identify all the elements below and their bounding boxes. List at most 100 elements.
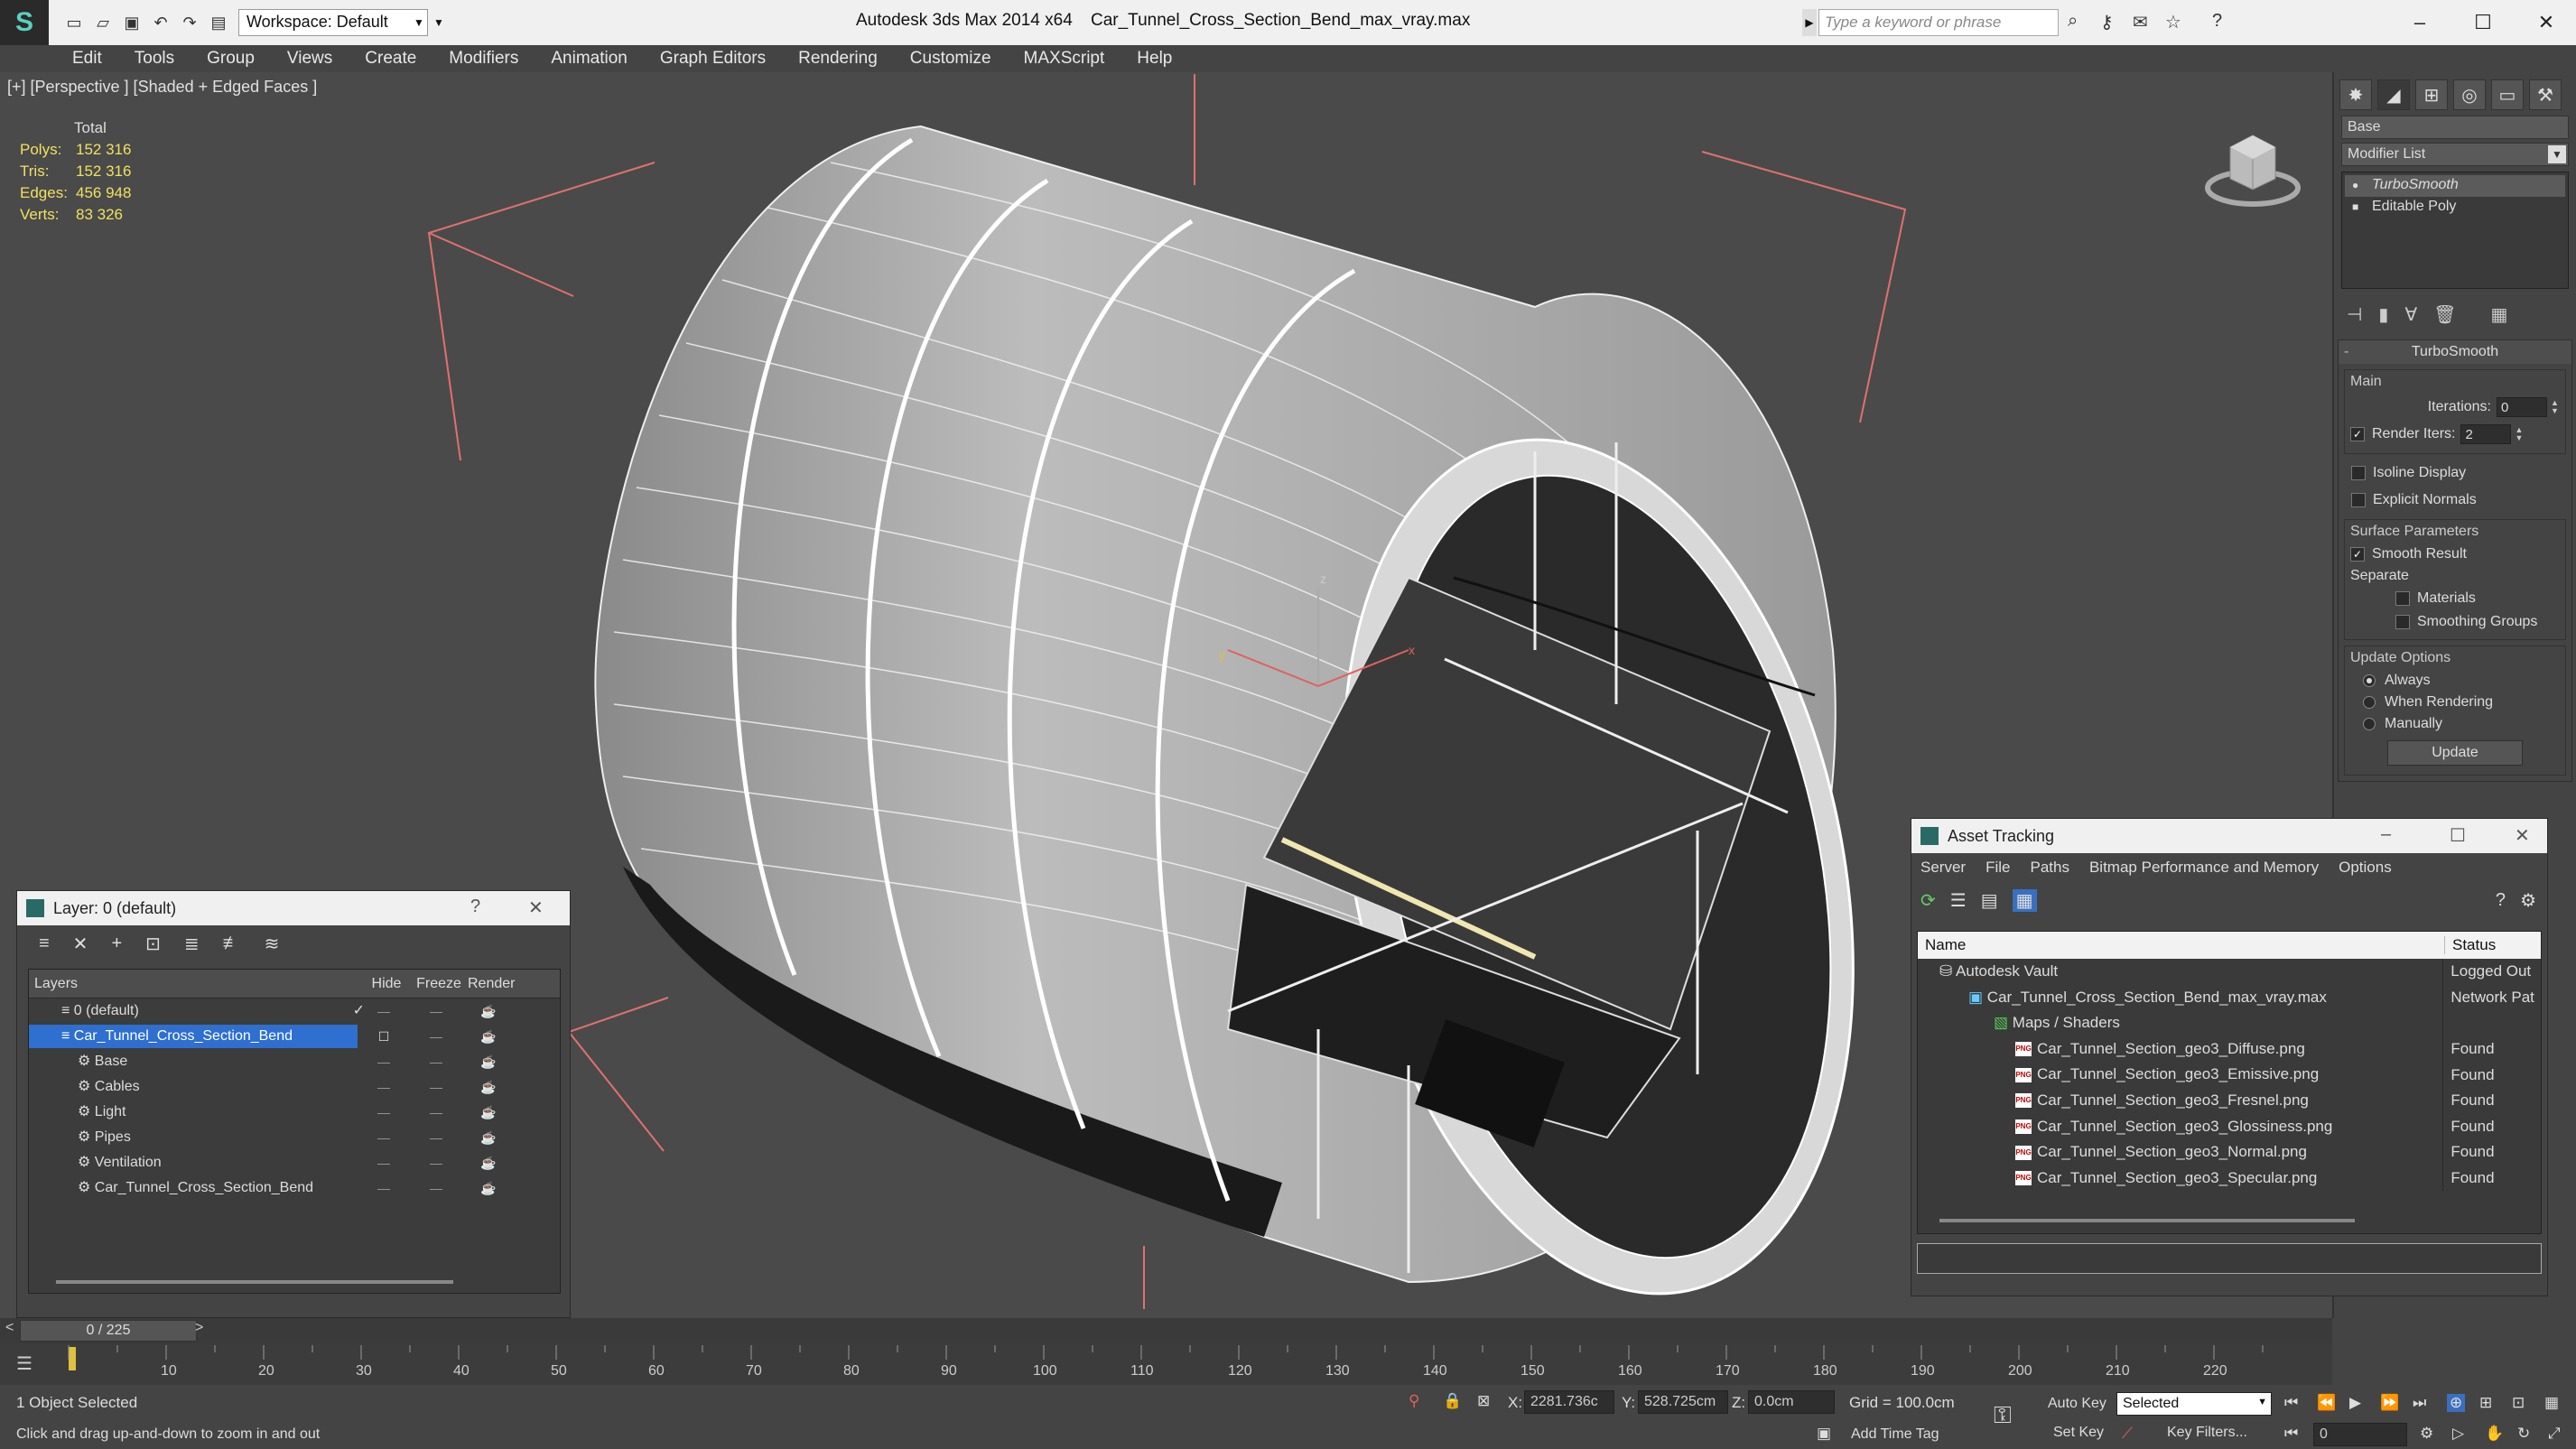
render-teapot-icon[interactable]: ☕ (462, 1181, 515, 1196)
horizontal-scrollbar[interactable] (1939, 1219, 2355, 1222)
slider-prev-icon[interactable]: < (5, 1320, 14, 1336)
stack-item-turbosmooth[interactable]: ● TurboSmooth (2345, 175, 2565, 197)
layer-row[interactable]: ≡ 0 (default) ✓ — — ☕ (29, 999, 560, 1024)
render-teapot-icon[interactable]: ☕ (462, 1054, 515, 1070)
menu-maxscript[interactable]: MAXScript (1024, 49, 1105, 69)
maximize-button[interactable]: ☐ (2456, 5, 2510, 40)
layer-dialog-titlebar[interactable]: Layer: 0 (default) ? ✕ (17, 891, 570, 925)
horizontal-scrollbar[interactable] (56, 1280, 453, 1284)
previous-frame-icon[interactable]: ⏪ (2317, 1394, 2336, 1412)
freeze-all-icon[interactable]: ≋ (265, 933, 280, 955)
column-render[interactable]: Render (462, 976, 515, 992)
asset-dialog-titlebar[interactable]: Asset Tracking – ☐ ✕ (1911, 819, 2547, 853)
iterations-spinner[interactable]: 0 (2497, 397, 2547, 417)
column-hide[interactable]: Hide (358, 976, 410, 992)
hide-all-icon[interactable]: ≢ (223, 933, 241, 954)
create-tab-icon[interactable]: ✸ (2339, 79, 2372, 110)
maximize-viewport-icon[interactable]: ⤢ (2548, 1425, 2561, 1443)
slider-next-icon[interactable]: > (195, 1320, 203, 1336)
redo-icon[interactable]: ↷ (179, 12, 200, 33)
highlight-layer-icon[interactable]: ≣ (184, 933, 200, 955)
expand-icon[interactable]: ■ (2352, 200, 2358, 213)
help-icon[interactable]: ? (2212, 11, 2222, 32)
menu-graph-editors[interactable]: Graph Editors (660, 49, 766, 69)
modifier-list-dropdown[interactable]: Modifier List ▼ (2341, 143, 2569, 166)
utilities-tab-icon[interactable]: ⚒ (2529, 79, 2562, 110)
render-teapot-icon[interactable]: ☕ (462, 1130, 515, 1146)
key-mode-icon[interactable]: ⟋ (2122, 1425, 2133, 1443)
help-button[interactable]: ? (470, 896, 480, 917)
maximize-icon[interactable]: ☐ (2450, 824, 2466, 847)
asset-path-field[interactable] (1917, 1243, 2542, 1274)
asset-row[interactable]: PNG Car_Tunnel_Section_geo3_Emissive.png F… (1918, 1062, 2541, 1088)
search-input[interactable]: Type a keyword or phrase (1818, 9, 2059, 36)
always-radio[interactable] (2363, 674, 2376, 687)
asset-row[interactable]: PNG Car_Tunnel_Section_geo3_Specular.png F… (1918, 1165, 2541, 1192)
update-button[interactable]: Update (2387, 740, 2523, 766)
select-objects-icon[interactable]: ⊡ (145, 933, 161, 955)
viewcube-icon[interactable] (2203, 116, 2302, 215)
isoline-display-checkbox[interactable] (2351, 466, 2366, 480)
new-file-icon[interactable]: ▭ (63, 12, 85, 33)
settings-icon[interactable]: ⚙ (2520, 889, 2536, 912)
object-name-field[interactable]: Base (2341, 116, 2569, 139)
menu-paths[interactable]: Paths (2030, 859, 2069, 877)
render-teapot-icon[interactable]: ☕ (462, 1004, 515, 1019)
hide-toggle[interactable]: — (358, 1054, 410, 1069)
app-logo-icon[interactable]: S (0, 0, 49, 45)
add-to-layer-icon[interactable]: + (111, 933, 122, 954)
hide-toggle[interactable]: — (358, 1080, 410, 1094)
refresh-icon[interactable]: ⟳ (1920, 889, 1936, 912)
orbit-icon[interactable]: ↻ (2517, 1425, 2530, 1443)
explicit-normals-checkbox[interactable] (2351, 493, 2366, 507)
layer-row[interactable]: ≡ Car_Tunnel_Cross_Section_Bend ☐ — ☕ (29, 1024, 560, 1049)
materials-checkbox[interactable] (2395, 591, 2410, 606)
render-teapot-icon[interactable]: ☕ (462, 1080, 515, 1095)
spinner-arrows-icon[interactable]: ▲ ▼ (2551, 399, 2560, 415)
menu-views[interactable]: Views (287, 49, 332, 69)
undo-icon[interactable]: ↶ (150, 12, 172, 33)
y-coordinate-field[interactable]: 528.725cm (1638, 1390, 1728, 1414)
remove-modifier-icon[interactable]: 🗑 (2433, 303, 2456, 326)
hide-toggle[interactable]: — (358, 1105, 410, 1119)
close-icon[interactable]: ✕ (2515, 824, 2530, 847)
set-key-icon[interactable]: ⚿ (1994, 1401, 2012, 1430)
asset-row[interactable]: PNG Car_Tunnel_Section_geo3_Fresnel.png Fo… (1918, 1087, 2541, 1114)
grid-view-icon[interactable]: ▦ (2012, 888, 2037, 912)
asset-row[interactable]: PNG Car_Tunnel_Section_geo3_Diffuse.png Fo… (1918, 1036, 2541, 1063)
zoom-extents-icon[interactable]: ⊡ (2512, 1394, 2525, 1412)
manually-radio[interactable] (2363, 718, 2376, 730)
lock-selection-icon[interactable]: 🔒 (1443, 1392, 1462, 1410)
binoculars-icon[interactable]: ⌕ (2068, 11, 2078, 32)
workspace-menu-arrow-icon[interactable]: ▼ (433, 16, 444, 29)
freeze-toggle[interactable]: — (410, 1105, 462, 1119)
asset-row[interactable]: ▧ Maps / Shaders (1918, 1010, 2541, 1036)
spinner-arrows-icon[interactable]: ▲ ▼ (2515, 426, 2524, 442)
project-folder-icon[interactable]: ▤ (208, 12, 229, 33)
turbosmooth-rollout-header[interactable]: - TurboSmooth (2339, 340, 2571, 364)
asset-row[interactable]: PNG Car_Tunnel_Section_geo3_Normal.png Fou… (1918, 1139, 2541, 1166)
motion-tab-icon[interactable]: ◎ (2453, 79, 2486, 110)
smoothing-groups-checkbox[interactable] (2395, 615, 2410, 629)
layer-row[interactable]: ⚙ Car_Tunnel_Cross_Section_Bend — — ☕ (29, 1175, 560, 1201)
lightbulb-icon[interactable]: ● (2352, 179, 2358, 191)
menu-modifiers[interactable]: Modifiers (449, 49, 518, 69)
display-tab-icon[interactable]: ▭ (2491, 79, 2524, 110)
viewport-label[interactable]: [+] [Perspective ] [Shaded + Edged Faces… (7, 78, 317, 97)
configure-modifier-sets-icon[interactable]: ▦ (2491, 303, 2508, 326)
go-to-end-icon[interactable]: ⏭ (2413, 1394, 2426, 1412)
list-view-icon[interactable]: ☰ (1950, 889, 1967, 912)
open-file-icon[interactable]: ▱ (92, 12, 114, 33)
key-mode-toggle-icon[interactable]: ⏮ (2284, 1425, 2298, 1443)
freeze-toggle[interactable]: — (410, 1156, 462, 1170)
close-button[interactable]: ✕ (2519, 5, 2573, 40)
zoom-extents-all-icon[interactable]: ▦ (2544, 1394, 2559, 1412)
make-unique-icon[interactable]: ∀ (2404, 303, 2417, 326)
when-rendering-radio[interactable] (2363, 696, 2376, 709)
menu-help[interactable]: Help (1137, 49, 1172, 69)
freeze-toggle[interactable]: — (410, 1054, 462, 1069)
subscription-icon[interactable]: ⚷ (2100, 11, 2114, 33)
z-coordinate-field[interactable]: 0.0cm (1748, 1390, 1835, 1414)
show-end-result-icon[interactable]: ▮ (2378, 303, 2388, 326)
menu-options[interactable]: Options (2339, 859, 2392, 877)
